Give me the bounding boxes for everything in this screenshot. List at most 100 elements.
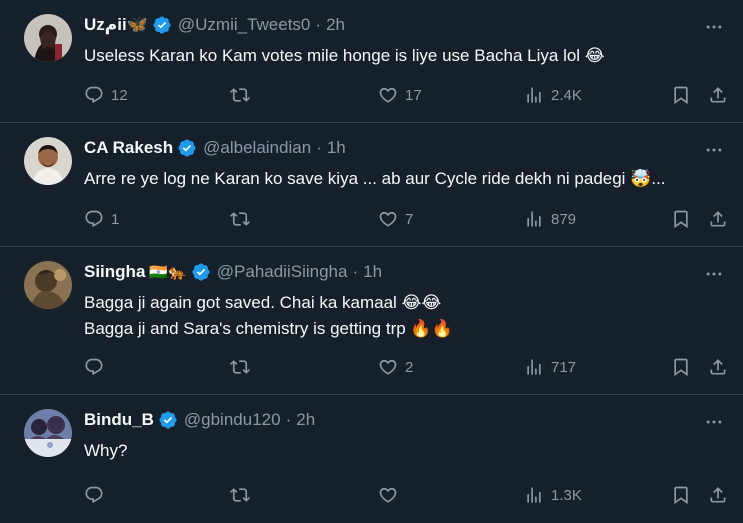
share-button[interactable] [708,207,728,231]
retweet-button[interactable] [230,483,257,507]
views-button[interactable]: 1.3K [524,483,582,507]
like-button[interactable]: 17 [378,83,422,107]
retweet-icon [230,485,250,505]
share-icon [708,357,728,377]
bookmark-button[interactable] [671,207,691,231]
like-count: 17 [405,86,422,104]
timestamp[interactable]: 1h [327,138,346,158]
tweet-header: CA Rakesh @albelaindian · 1h [84,136,346,160]
tweet-feed: Uzمii🦋 @Uzmii_Tweets0 · 2h Useless Karan… [0,0,743,523]
share-button[interactable] [708,355,728,379]
avatar[interactable] [24,409,72,457]
more-options-icon[interactable] [703,16,725,38]
tweet-actions: 2 717 [84,355,732,379]
tweet-text-line: Why? [84,441,128,460]
timestamp[interactable]: 2h [326,15,345,35]
views-button[interactable]: 2.4K [524,83,582,107]
tweet-header: Uzمii🦋 @Uzmii_Tweets0 · 2h [84,13,345,37]
reply-button[interactable] [84,483,111,507]
user-handle[interactable]: @Uzmii_Tweets0 [178,15,311,35]
display-name[interactable]: Uzمii🦋 [84,15,148,35]
views-icon [524,357,544,377]
timestamp[interactable]: 1h [363,262,382,282]
name-emoji: 🇮🇳🐅 [149,263,187,281]
retweet-icon [230,357,250,377]
more-options-icon[interactable] [703,139,725,161]
bookmark-icon [671,485,691,505]
retweet-icon [230,209,250,229]
reply-icon [84,85,104,105]
like-icon [378,357,398,377]
retweet-icon [230,85,250,105]
reply-button[interactable]: 1 [84,207,119,231]
tweet-text: Arre re ye log ne Karan ko save kiya ...… [84,166,724,192]
share-icon [708,85,728,105]
reply-count: 12 [111,86,128,104]
tweet-text-line: Arre re ye log ne Karan ko save kiya ...… [84,169,666,188]
retweet-button[interactable] [230,207,257,231]
views-button[interactable]: 717 [524,355,576,379]
like-button[interactable]: 2 [378,355,413,379]
tweet[interactable]: Bindu_B @gbindu120 · 2h Why? 1.3K [0,395,743,523]
retweet-button[interactable] [230,355,257,379]
display-name[interactable]: CA Rakesh [84,138,173,158]
user-handle[interactable]: @albelaindian [203,138,311,158]
more-options-icon[interactable] [703,263,725,285]
like-button[interactable] [378,483,405,507]
reply-button[interactable]: 12 [84,83,128,107]
bookmark-button[interactable] [671,355,691,379]
tweet-header: Bindu_B @gbindu120 · 2h [84,408,315,432]
views-button[interactable]: 879 [524,207,576,231]
tweet[interactable]: Siingha 🇮🇳🐅 @PahadiiSiingha · 1h Bagga j… [0,247,743,395]
retweet-button[interactable] [230,83,257,107]
share-icon [708,209,728,229]
share-button[interactable] [708,483,728,507]
share-button[interactable] [708,83,728,107]
tweet[interactable]: Uzمii🦋 @Uzmii_Tweets0 · 2h Useless Karan… [0,0,743,123]
verified-badge-icon [152,15,172,35]
tweet-header: Siingha 🇮🇳🐅 @PahadiiSiingha · 1h [84,260,382,284]
tweet-text: Useless Karan ko Kam votes mile honge is… [84,43,724,69]
tweet[interactable]: CA Rakesh @albelaindian · 1h Arre re ye … [0,123,743,247]
avatar[interactable] [24,261,72,309]
user-handle[interactable]: @PahadiiSiingha [217,262,348,282]
separator-dot: · [352,262,359,281]
views-count: 2.4K [551,86,582,104]
views-count: 717 [551,358,577,376]
bookmark-icon [671,209,691,229]
display-name[interactable]: Siingha [84,262,145,282]
verified-badge-icon [177,138,197,158]
views-count: 879 [551,210,577,228]
tweet-actions: 1 7 879 [84,207,732,231]
reply-count: 1 [111,210,120,228]
views-count: 1.3K [551,486,582,504]
like-count: 7 [405,210,414,228]
views-icon [524,209,544,229]
user-handle[interactable]: @gbindu120 [184,410,281,430]
tweet-text: Bagga ji again got saved. Chai ka kamaal… [84,290,724,342]
avatar[interactable] [24,14,72,62]
views-icon [524,85,544,105]
reply-icon [84,357,104,377]
tweet-actions: 1.3K [84,483,732,507]
display-name[interactable]: Bindu_B [84,410,154,430]
share-icon [708,485,728,505]
like-icon [378,209,398,229]
tweet-text-line: Bagga ji again got saved. Chai ka kamaal… [84,293,442,312]
reply-icon [84,485,104,505]
like-icon [378,485,398,505]
tweet-text-line: Bagga ji and Sara's chemistry is getting… [84,319,453,338]
avatar[interactable] [24,137,72,185]
tweet-text-line: Useless Karan ko Kam votes mile honge is… [84,46,605,65]
separator-dot: · [316,138,322,157]
tweet-text: Why? [84,438,724,464]
bookmark-icon [671,357,691,377]
like-button[interactable]: 7 [378,207,413,231]
reply-button[interactable] [84,355,111,379]
bookmark-button[interactable] [671,483,691,507]
bookmark-button[interactable] [671,83,691,107]
more-options-icon[interactable] [703,411,725,433]
separator-dot: · [285,410,292,429]
reply-icon [84,209,104,229]
timestamp[interactable]: 2h [296,410,315,430]
